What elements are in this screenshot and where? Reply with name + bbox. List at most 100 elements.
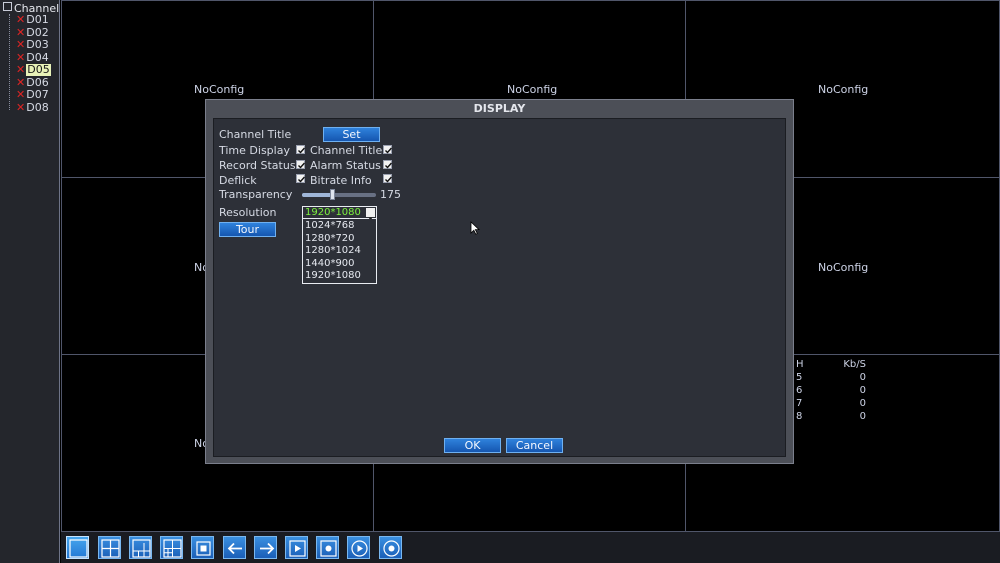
time-display-checkbox[interactable] [296, 145, 306, 154]
dialog-title: DISPLAY [473, 102, 526, 115]
checkmark-icon [385, 176, 393, 183]
stats-kbs: 0 [859, 385, 866, 396]
channel-title-checkbox[interactable] [383, 145, 393, 154]
single-view-button[interactable] [66, 536, 89, 559]
stats-channel: 8 [796, 411, 803, 422]
quad-view-button[interactable] [98, 536, 121, 559]
arrow-right-icon [260, 542, 275, 555]
checkmark-icon [298, 147, 306, 154]
channel-item-label: D05 [26, 63, 51, 76]
resolution-select[interactable]: 1920*1080 [302, 206, 377, 221]
disconnected-icon: ✕ [16, 25, 26, 39]
cell-status-label: NoConfig [194, 83, 245, 96]
bitrate-info-checkbox[interactable] [383, 174, 393, 183]
stats-kbs: 0 [859, 372, 866, 383]
ok-button[interactable]: OK [444, 438, 501, 453]
record-status-label: Record Status [219, 159, 296, 172]
checkmark-icon [298, 176, 306, 183]
channel-item[interactable]: ✕ D08 [16, 100, 49, 114]
alarm-status-checkbox[interactable] [383, 160, 393, 169]
bitrate-info-label: Bitrate Info [310, 174, 372, 187]
transparency-slider-handle[interactable] [329, 189, 335, 200]
disconnected-icon: ✕ [16, 75, 26, 89]
arrow-left-button[interactable] [223, 536, 246, 559]
record-button[interactable] [316, 536, 339, 559]
channel-title-toggle-label: Channel Title [310, 144, 383, 157]
disconnected-icon: ✕ [16, 63, 26, 76]
chevron-down-icon[interactable] [366, 208, 375, 221]
bottom-toolbar [61, 531, 1000, 563]
record-status-checkbox[interactable] [296, 160, 306, 169]
transparency-slider-fill [302, 193, 332, 197]
channel-item-label: D08 [26, 100, 49, 114]
channel-item-label: D07 [26, 88, 49, 101]
channel-item[interactable]: ✕ D04 [16, 50, 49, 64]
deflick-label: Deflick [219, 174, 257, 187]
play-icon [289, 540, 306, 557]
cell-status-label: NoConfig [818, 261, 869, 274]
resolution-selected-value: 1920*1080 [305, 207, 361, 218]
arrow-right-button[interactable] [254, 536, 277, 559]
resolution-dropdown-list: 1024*768 1280*720 1280*1024 1440*900 1920*10… [302, 219, 377, 284]
disconnected-icon: ✕ [16, 13, 26, 26]
channel-sidebar: Channel ✕ D01 ✕ D02 ✕ D03 ✕ D04 ✕ D05 ✕ D06 ✕ D07 ✕ D08 [0, 0, 60, 563]
stats-kbs: 0 [859, 411, 866, 422]
cell-status-label: NoConfig [818, 83, 869, 96]
channel-item[interactable]: ✕ D06 [16, 75, 49, 89]
multi-view-icon [132, 539, 151, 558]
time-display-label: Time Display [219, 144, 290, 157]
dialog-body: Channel Title Set Time Display Channel T… [213, 118, 786, 457]
playback-button[interactable] [347, 536, 370, 559]
channel-item[interactable]: ✕ D03 [16, 39, 49, 51]
channel-item-label: D04 [26, 50, 49, 64]
stats-header-kbs: Kb/S [843, 359, 866, 370]
channel-item[interactable]: ✕ D01 [16, 13, 49, 26]
bitrate-stats: H Kb/S 50607080 [796, 359, 876, 424]
resolution-option[interactable]: 1024*768 [305, 220, 355, 232]
stats-row: 50 [796, 372, 876, 385]
target-button[interactable] [379, 536, 402, 559]
resolution-option[interactable]: 1920*1080 [305, 270, 361, 282]
collapse-icon[interactable] [3, 2, 12, 11]
stop-button[interactable] [191, 536, 214, 559]
disconnected-icon: ✕ [16, 88, 26, 101]
checkmark-icon [298, 162, 306, 169]
resolution-option[interactable]: 1280*720 [305, 233, 355, 245]
quad-view-icon [101, 539, 120, 558]
stats-channel: 6 [796, 385, 803, 396]
stats-channel: 5 [796, 372, 803, 383]
cell-status-label: NoConfig [507, 83, 558, 96]
resolution-option[interactable]: 1440*900 [305, 258, 355, 270]
resolution-label: Resolution [219, 206, 277, 219]
arrow-left-icon [227, 542, 242, 555]
target-icon [383, 540, 400, 557]
transparency-slider[interactable] [302, 189, 376, 200]
channel-item[interactable]: ✕ D02 [16, 25, 49, 39]
channel-item[interactable]: ✕ D05 [16, 63, 51, 76]
channel-item-label: D03 [26, 38, 49, 51]
set-button[interactable]: Set [323, 127, 380, 142]
stats-header-channel: H [796, 359, 804, 370]
cancel-button[interactable]: Cancel [506, 438, 563, 453]
multi-view-button[interactable] [129, 536, 152, 559]
single-view-icon [69, 539, 88, 558]
record-icon [320, 540, 337, 557]
alarm-status-label: Alarm Status [310, 159, 381, 172]
transparency-label: Transparency [219, 188, 293, 201]
disconnected-icon: ✕ [16, 50, 26, 64]
disconnected-icon: ✕ [16, 100, 26, 114]
stats-channel: 7 [796, 398, 803, 409]
channel-item[interactable]: ✕ D07 [16, 88, 49, 101]
tree-connector [9, 14, 10, 110]
nine-view-button[interactable] [160, 536, 183, 559]
stats-header: H Kb/S [796, 359, 876, 372]
mouse-cursor-icon [470, 221, 480, 235]
deflick-checkbox[interactable] [296, 174, 306, 183]
channel-item-label: D02 [26, 25, 49, 39]
play-button[interactable] [285, 536, 308, 559]
stop-icon [196, 541, 211, 556]
tour-button[interactable]: Tour [219, 222, 276, 237]
resolution-option[interactable]: 1280*1024 [305, 245, 361, 257]
channel-item-label: D01 [26, 13, 49, 26]
stats-row: 60 [796, 385, 876, 398]
